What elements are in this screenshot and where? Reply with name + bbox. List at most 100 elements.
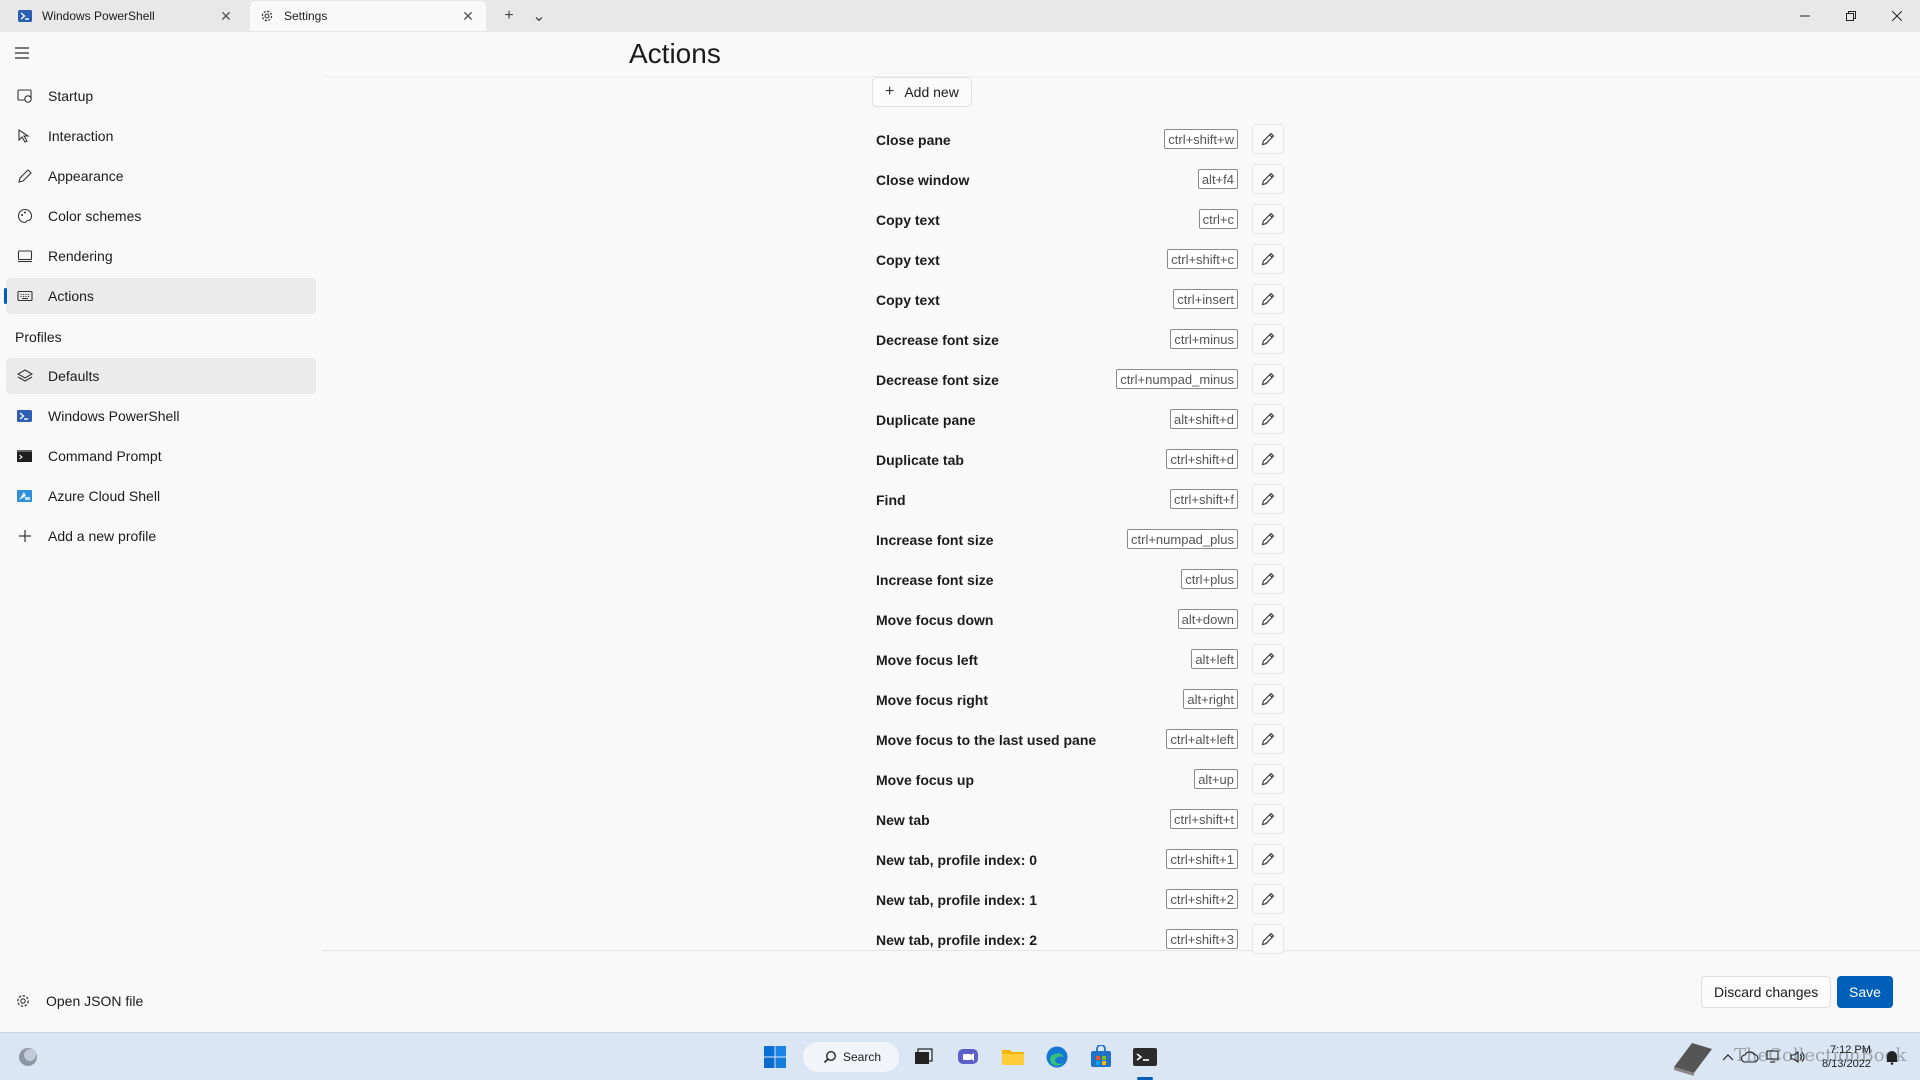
- nav-item-label: Interaction: [48, 128, 114, 144]
- action-row[interactable]: Close window alt+f4: [872, 162, 1284, 196]
- keybinding-chip: ctrl+shift+d: [1166, 449, 1238, 469]
- add-new-button[interactable]: + Add new: [872, 77, 972, 107]
- nav-item-color-schemes[interactable]: Color schemes: [6, 198, 316, 234]
- edit-action-button[interactable]: [1252, 244, 1284, 274]
- volume-button[interactable]: [1786, 1041, 1810, 1073]
- action-name: Move focus down: [876, 612, 994, 628]
- save-button[interactable]: Save: [1837, 976, 1893, 1008]
- taskbar-search[interactable]: Search: [803, 1042, 899, 1072]
- edit-action-button[interactable]: [1252, 844, 1284, 874]
- nav-item-interaction[interactable]: Interaction: [6, 118, 316, 154]
- widgets-button[interactable]: [12, 1041, 44, 1073]
- edit-action-button[interactable]: [1252, 644, 1284, 674]
- action-row[interactable]: Increase font size ctrl+numpad_plus: [872, 522, 1284, 556]
- edit-action-button[interactable]: [1252, 724, 1284, 754]
- close-window-button[interactable]: [1874, 0, 1920, 32]
- clock[interactable]: 7:12 PM 8/13/2022: [1822, 1043, 1871, 1071]
- edge-button[interactable]: [1041, 1041, 1073, 1073]
- edit-action-button[interactable]: [1252, 604, 1284, 634]
- terminal-taskbar-button[interactable]: [1129, 1041, 1161, 1073]
- action-row[interactable]: Find ctrl+shift+f: [872, 482, 1284, 516]
- action-row[interactable]: Copy text ctrl+c: [872, 202, 1284, 236]
- edit-action-button[interactable]: [1252, 124, 1284, 154]
- action-row[interactable]: Duplicate tab ctrl+shift+d: [872, 442, 1284, 476]
- edit-action-button[interactable]: [1252, 364, 1284, 394]
- new-tab-button[interactable]: +: [498, 6, 520, 26]
- nav-item-actions[interactable]: Actions: [4, 278, 316, 314]
- edit-action-button[interactable]: [1252, 924, 1284, 954]
- minimize-button[interactable]: [1782, 0, 1828, 32]
- onedrive-button[interactable]: [1738, 1041, 1762, 1073]
- show-hidden-icons-button[interactable]: [1718, 1041, 1738, 1073]
- edit-action-button[interactable]: [1252, 404, 1284, 434]
- edit-action-button[interactable]: [1252, 164, 1284, 194]
- nav-item-azure-cloud-shell[interactable]: Azure Cloud Shell: [6, 478, 316, 514]
- edit-action-button[interactable]: [1252, 284, 1284, 314]
- discard-changes-button[interactable]: Discard changes: [1701, 976, 1832, 1008]
- restore-button[interactable]: [1828, 0, 1874, 32]
- palette-icon: [16, 207, 34, 225]
- nav-item-startup[interactable]: Startup: [6, 78, 316, 114]
- action-row[interactable]: Move focus up alt+up: [872, 762, 1284, 796]
- network-button[interactable]: [1762, 1041, 1786, 1073]
- nav-item-rendering[interactable]: Rendering: [6, 238, 316, 274]
- gear-icon: [14, 992, 32, 1010]
- task-view-button[interactable]: [907, 1041, 939, 1073]
- keybinding-chip: ctrl+minus: [1170, 329, 1238, 349]
- action-row[interactable]: Close pane ctrl+shift+w: [872, 122, 1284, 156]
- close-icon[interactable]: ✕: [218, 8, 234, 24]
- action-row[interactable]: Copy text ctrl+insert: [872, 282, 1284, 316]
- edit-action-button[interactable]: [1252, 324, 1284, 354]
- keyboard-icon: [16, 287, 34, 305]
- action-row[interactable]: Move focus left alt+left: [872, 642, 1284, 676]
- action-row[interactable]: New tab, profile index: 0 ctrl+shift+1: [872, 842, 1284, 876]
- store-button[interactable]: [1085, 1041, 1117, 1073]
- action-row[interactable]: New tab, profile index: 1 ctrl+shift+2: [872, 882, 1284, 916]
- edit-action-button[interactable]: [1252, 484, 1284, 514]
- nav-item-add-new-profile[interactable]: Add a new profile: [6, 518, 316, 554]
- close-icon[interactable]: ✕: [460, 8, 476, 24]
- action-row[interactable]: Decrease font size ctrl+minus: [872, 322, 1284, 356]
- notifications-button[interactable]: [1880, 1041, 1904, 1073]
- terminal-icon: [1133, 1048, 1157, 1066]
- edit-action-button[interactable]: [1252, 524, 1284, 554]
- action-row[interactable]: Increase font size ctrl+plus: [872, 562, 1284, 596]
- edit-action-button[interactable]: [1252, 204, 1284, 234]
- start-button[interactable]: [759, 1041, 791, 1073]
- pencil-icon: [1261, 612, 1275, 626]
- chat-button[interactable]: [952, 1041, 984, 1073]
- action-row[interactable]: Decrease font size ctrl+numpad_minus: [872, 362, 1284, 396]
- nav-item-appearance[interactable]: Appearance: [6, 158, 316, 194]
- edit-action-button[interactable]: [1252, 444, 1284, 474]
- plus-icon: +: [504, 7, 514, 24]
- action-row[interactable]: New tab, profile index: 2 ctrl+shift+3: [872, 922, 1284, 956]
- action-row[interactable]: Duplicate pane alt+shift+d: [872, 402, 1284, 436]
- nav-item-command-prompt[interactable]: Command Prompt: [6, 438, 316, 474]
- action-row[interactable]: Copy text ctrl+shift+c: [872, 242, 1284, 276]
- keybinding-chip: ctrl+shift+3: [1166, 929, 1238, 949]
- edit-action-button[interactable]: [1252, 564, 1284, 594]
- nav-item-defaults[interactable]: Defaults: [6, 358, 316, 394]
- interaction-icon: [16, 127, 34, 145]
- open-json-file-button[interactable]: Open JSON file: [14, 992, 143, 1010]
- search-label: Search: [843, 1050, 882, 1064]
- bell-icon: [1886, 1051, 1898, 1065]
- edit-action-button[interactable]: [1252, 884, 1284, 914]
- action-row[interactable]: New tab ctrl+shift+t: [872, 802, 1284, 836]
- weather-icon: [19, 1048, 37, 1066]
- action-name: New tab, profile index: 1: [876, 892, 1038, 908]
- edit-action-button[interactable]: [1252, 684, 1284, 714]
- tab-dropdown-button[interactable]: ⌄: [528, 6, 550, 26]
- store-icon: [1091, 1045, 1111, 1067]
- tab-windows-powershell[interactable]: Windows PowerShell ✕: [8, 1, 244, 31]
- action-row[interactable]: Move focus to the last used pane ctrl+alt…: [872, 722, 1284, 756]
- nav-item-windows-powershell[interactable]: Windows PowerShell: [6, 398, 316, 434]
- hamburger-menu-button[interactable]: [14, 46, 34, 60]
- action-row[interactable]: Move focus down alt+down: [872, 602, 1284, 636]
- action-row[interactable]: Move focus right alt+right: [872, 682, 1284, 716]
- keybinding-chip: alt+shift+d: [1170, 409, 1238, 429]
- edit-action-button[interactable]: [1252, 804, 1284, 834]
- edit-action-button[interactable]: [1252, 764, 1284, 794]
- tab-settings[interactable]: Settings ✕: [250, 1, 486, 31]
- file-explorer-button[interactable]: [997, 1041, 1029, 1073]
